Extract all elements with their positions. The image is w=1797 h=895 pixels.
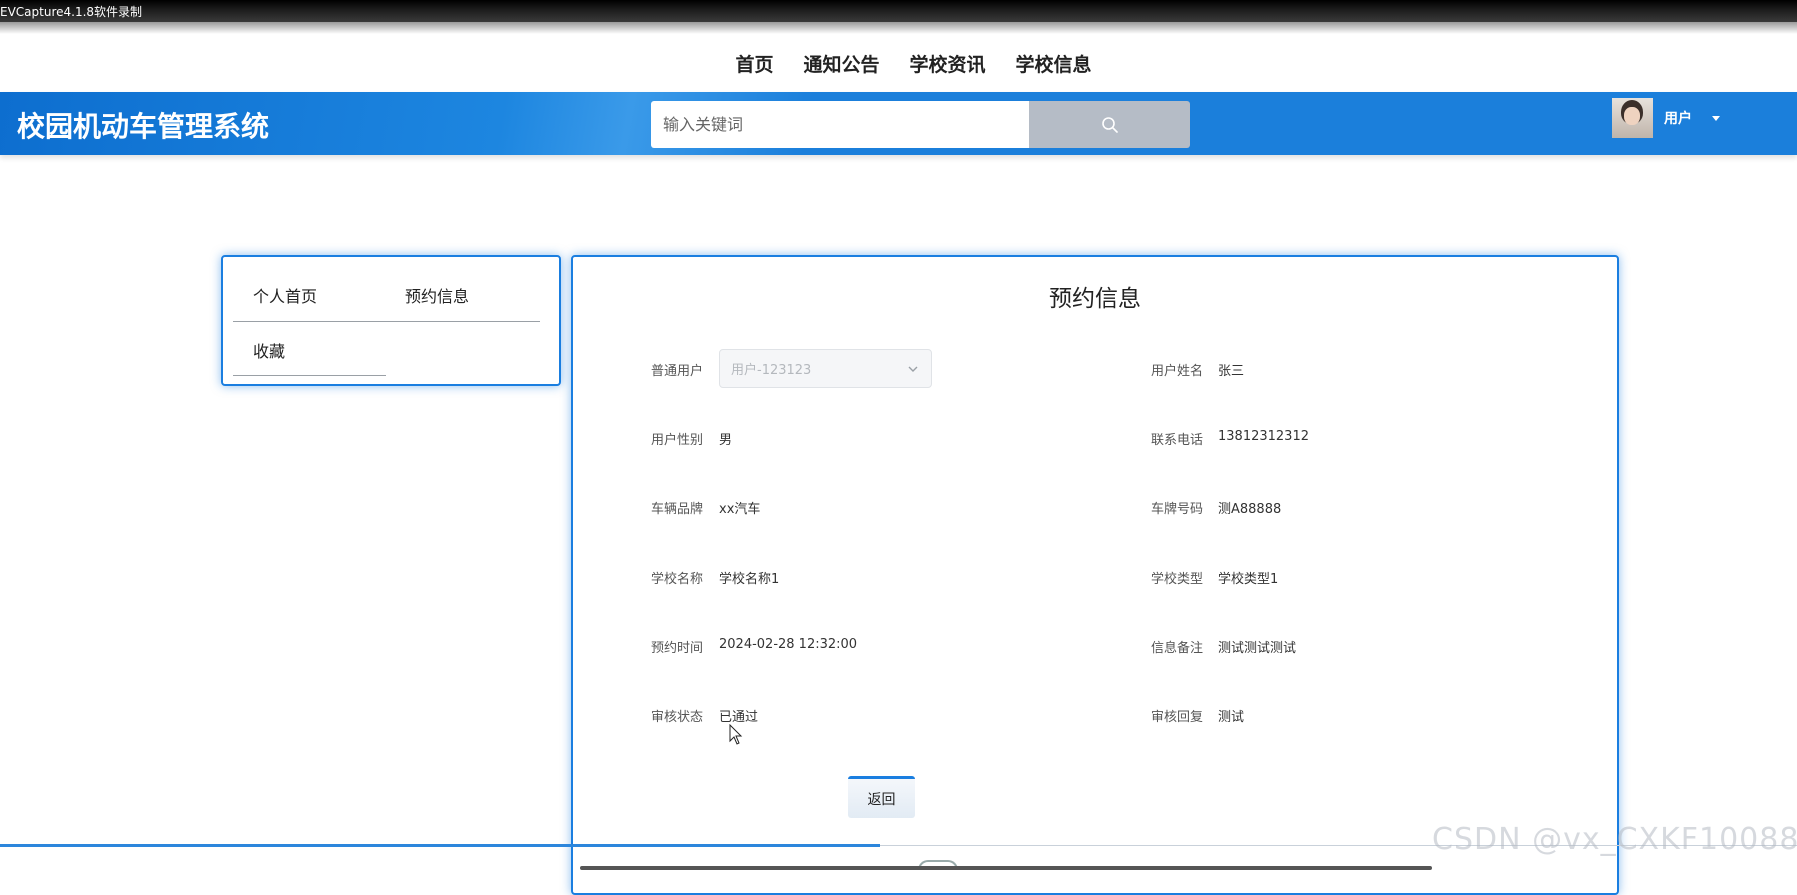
field-value-school-name: 学校名称1: [719, 572, 780, 587]
top-nav: 首页 通知公告 学校资讯 学校信息: [0, 34, 1797, 92]
field-label-school-type: 学校类型: [1151, 572, 1204, 587]
search-icon: [1101, 116, 1118, 133]
field-label-brand: 车辆品牌: [651, 502, 704, 517]
site-header: 校园机动车管理系统 用户: [0, 92, 1797, 155]
user-select[interactable]: 用户-123123: [719, 349, 932, 388]
field-label-phone: 联系电话: [1151, 433, 1204, 448]
user-select-value: 用户-123123: [731, 363, 812, 378]
field-label-plate: 车牌号码: [1151, 502, 1204, 517]
field-label-time: 预约时间: [651, 641, 704, 656]
top-fade: [0, 22, 1797, 34]
field-label-school-name: 学校名称: [651, 572, 704, 587]
user-menu[interactable]: 用户: [1612, 98, 1720, 138]
divider: [233, 375, 386, 376]
search-button[interactable]: [1029, 101, 1190, 148]
field-value-reply: 测试: [1218, 710, 1245, 725]
detail-panel: 预约信息 普通用户 用户-123123 用户姓名 张三 用户性别 男 联系电话 …: [571, 255, 1619, 895]
sidebar-item-reservations[interactable]: 预约信息: [405, 283, 469, 307]
field-label-status: 审核状态: [651, 710, 704, 725]
field-value-time: 2024-02-28 12:32:00: [719, 637, 858, 652]
field-label-name: 用户姓名: [1151, 364, 1204, 379]
field-label-gender: 用户性别: [651, 433, 704, 448]
field-value-gender: 男: [719, 433, 733, 448]
field-value-status: 已通过: [719, 710, 759, 725]
recorder-bar: EVCapture4.1.8软件录制: [0, 0, 1797, 22]
recorder-label: EVCapture4.1.8软件录制: [0, 5, 143, 19]
divider: [233, 321, 540, 322]
nav-home[interactable]: 首页: [735, 50, 773, 77]
search-input[interactable]: [651, 101, 1029, 148]
sidebar-item-favorites[interactable]: 收藏: [253, 338, 285, 362]
site-title: 校园机动车管理系统: [17, 110, 270, 143]
taskbar-strip: [580, 866, 1432, 870]
chevron-down-icon[interactable]: [1712, 115, 1720, 121]
nav-school-info[interactable]: 学校信息: [1016, 50, 1092, 77]
watermark: CSDN @vx_CXKF10088: [1432, 822, 1797, 857]
field-value-remark: 测试测试测试: [1218, 641, 1297, 656]
field-value-brand: xx汽车: [719, 502, 761, 517]
nav-notices[interactable]: 通知公告: [803, 50, 879, 77]
chevron-down-icon: [908, 366, 918, 372]
page-title: 预约信息: [1049, 286, 1141, 312]
field-value-name: 张三: [1218, 364, 1245, 379]
user-name[interactable]: 用户: [1664, 108, 1692, 128]
field-value-school-type: 学校类型1: [1218, 572, 1279, 587]
search-bar: [651, 101, 1190, 148]
back-button[interactable]: 返回: [848, 776, 915, 818]
avatar[interactable]: [1612, 98, 1653, 138]
sidebar: 个人首页 预约信息 收藏: [221, 255, 561, 386]
field-value-plate: 测A88888: [1218, 502, 1282, 517]
field-label-remark: 信息备注: [1151, 641, 1204, 656]
progress-line: [0, 844, 880, 847]
field-label-user: 普通用户: [651, 364, 704, 379]
sidebar-item-profile[interactable]: 个人首页: [253, 283, 317, 307]
mouse-cursor-icon: [729, 724, 743, 745]
field-value-phone: 13812312312: [1218, 429, 1309, 444]
nav-school-news[interactable]: 学校资讯: [910, 50, 986, 77]
field-label-reply: 审核回复: [1151, 710, 1204, 725]
